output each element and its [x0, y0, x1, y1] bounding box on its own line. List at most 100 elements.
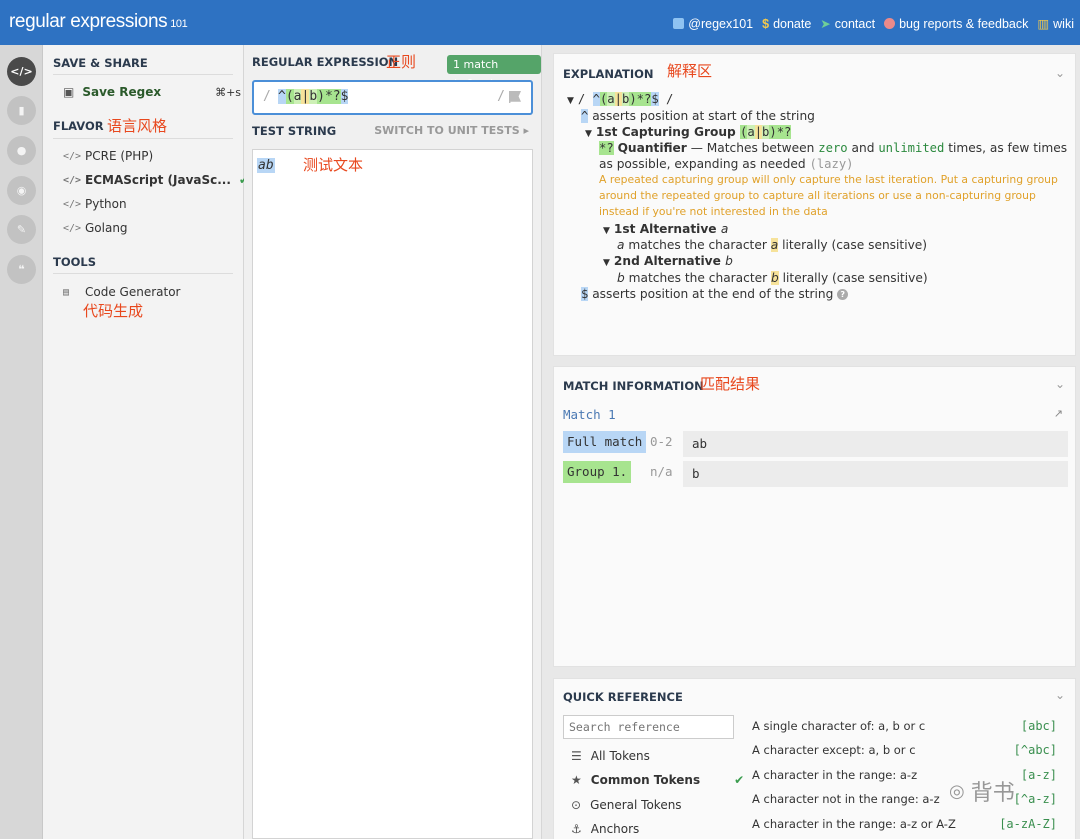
nav-wiki-label: wiki: [1053, 16, 1074, 31]
switch-unit-tests-link[interactable]: SWITCH TO UNIT TESTS ▸: [374, 124, 529, 137]
chevron-down-icon[interactable]: ⌄: [1055, 377, 1065, 391]
quant-lazy: (lazy): [809, 157, 854, 171]
test-string-input[interactable]: ab 测试文本: [252, 149, 533, 839]
nav-donate-link[interactable]: $ donate: [762, 16, 811, 31]
gamepad-icon[interactable]: ◉: [7, 176, 36, 205]
explanation-root: ▼ / ^(a|b)*?$ /: [567, 92, 674, 106]
triangle-down-icon[interactable]: ▼: [567, 96, 574, 106]
qr-entry-desc: A character in the range: a-z or A-Z: [752, 817, 956, 831]
dollar-icon: $: [762, 16, 770, 31]
qr-entry-code[interactable]: [a-zA-Z]: [999, 817, 1057, 831]
qr-entry-desc: A character except: a, b or c: [752, 743, 916, 757]
flavor-pcre[interactable]: </> PCRE (PHP): [63, 149, 153, 163]
quant-unlimited: unlimited: [878, 141, 945, 155]
match-row-group1: Group 1. n/a b: [563, 461, 1068, 487]
qr-category-general[interactable]: ⊙ General Tokens: [571, 798, 682, 812]
qr-category-label: General Tokens: [590, 798, 682, 812]
qr-entry-code[interactable]: [a-z]: [1021, 768, 1057, 782]
save-shortcut: ⌘+s: [215, 85, 242, 99]
explanation-alt2-desc: b matches the character b literally (cas…: [617, 271, 928, 285]
quant-title: Quantifier: [617, 141, 687, 155]
save-regex-button[interactable]: ▣ Save Regex ⌘+s: [63, 85, 241, 99]
flag-icon[interactable]: [509, 91, 521, 103]
file-code-icon: ▤: [63, 286, 70, 298]
code-generator-link[interactable]: ▤ Code Generator: [63, 285, 180, 299]
flavor-python[interactable]: </> Python: [63, 197, 127, 211]
qr-category-anchors[interactable]: ⚓ Anchors: [571, 822, 639, 836]
code-icon[interactable]: </>: [7, 57, 36, 86]
anchor-icon: ⚓: [571, 822, 582, 836]
code-generator-annotation: 代码生成: [83, 302, 144, 320]
explanation-alt2: ▼ 2nd Alternative b: [603, 254, 733, 268]
test-string-label: TEST STRING: [252, 124, 337, 138]
divider: [53, 74, 233, 75]
qr-entry-desc: A character not in the range: a-z: [752, 792, 940, 806]
quant-token: *?: [599, 141, 614, 155]
top-nav: @regex101 $ donate ➤ contact bug reports &…: [673, 16, 1074, 31]
chat-icon[interactable]: ❝: [7, 255, 36, 284]
qr-entry-code[interactable]: [^a-z]: [1014, 792, 1057, 806]
explanation-caret-line: ^ asserts position at start of the strin…: [581, 109, 815, 123]
bank-icon: ▥: [1037, 17, 1050, 31]
save-regex-label: Save Regex: [82, 85, 162, 99]
qr-category-all[interactable]: ☰ All Tokens: [571, 749, 650, 763]
paper-plane-icon: ➤: [820, 17, 831, 31]
nav-wiki-link[interactable]: ▥ wiki: [1037, 16, 1074, 32]
help-icon[interactable]: ?: [837, 289, 849, 300]
flavor-label: Golang: [85, 221, 128, 235]
user-icon[interactable]: ●: [7, 136, 36, 165]
match-value[interactable]: b: [683, 461, 1068, 487]
regex-delimiter-close: /: [497, 89, 505, 104]
share-icon[interactable]: ↗: [1054, 407, 1063, 420]
chevron-down-icon[interactable]: ⌄: [1055, 688, 1065, 702]
regex-token: b: [309, 89, 318, 104]
quant-text: — Matches between: [690, 141, 815, 155]
qr-category-common[interactable]: ★ Common Tokens ✔: [571, 773, 744, 787]
wrench-icon[interactable]: ✎: [7, 215, 36, 244]
flavor-label: ECMAScript (JavaSc...: [85, 173, 231, 187]
nav-twitter-link[interactable]: @regex101: [673, 16, 753, 31]
flavor-ecmascript[interactable]: </>ECMAScript (JavaSc...✔: [63, 173, 249, 187]
regex-input[interactable]: / ^(a|b)*?$ /: [252, 80, 533, 115]
divider: [53, 138, 233, 139]
qr-entry-code[interactable]: [^abc]: [1014, 743, 1057, 757]
triangle-down-icon[interactable]: ▼: [603, 226, 610, 236]
quick-reference-title: QUICK REFERENCE: [563, 690, 683, 704]
regex-token: ): [317, 89, 325, 104]
regex-token: ^: [278, 89, 286, 104]
qr-category-label: Common Tokens: [590, 773, 701, 787]
sidebar: SAVE & SHARE ▣ Save Regex ⌘+s FLAVOR 语言风…: [43, 45, 249, 839]
app-logo[interactable]: regular expressions 101: [9, 11, 188, 33]
flavor-golang[interactable]: </> Golang: [63, 221, 128, 235]
quant-text: times, as few times: [948, 141, 1068, 155]
alt2-desc: literally (case sensitive): [782, 271, 928, 285]
watermark: ◎ 背书: [949, 775, 1015, 807]
test-string-text[interactable]: ab: [257, 158, 275, 173]
regex-text[interactable]: ^(a|b)*?$: [278, 89, 349, 104]
search-reference-input[interactable]: [563, 715, 734, 739]
save-share-title: SAVE & SHARE: [53, 56, 148, 70]
nav-bug-reports-link[interactable]: bug reports & feedback: [884, 16, 1028, 31]
target-icon: ⊙: [571, 798, 582, 812]
match-value[interactable]: ab: [683, 431, 1068, 457]
nav-contact-link[interactable]: ➤ contact: [820, 16, 875, 32]
triangle-down-icon[interactable]: ▼: [585, 129, 592, 139]
wechat-icon: ◎: [949, 780, 965, 802]
qr-entry-code[interactable]: [abc]: [1021, 719, 1057, 733]
caret-right-icon: ▸: [523, 124, 529, 137]
explanation-group: ▼ 1st Capturing Group (a|b)*?: [585, 125, 792, 139]
dollar-token: $: [581, 287, 589, 301]
icon-rail: </> ▮ ● ◉ ✎ ❝: [0, 45, 43, 839]
database-icon: ☰: [571, 749, 582, 763]
match-row-full: Full match 0-2 ab: [563, 431, 1068, 457]
explanation-quantifier: *? Quantifier — Matches between zero and…: [599, 141, 1067, 155]
qr-category-label: All Tokens: [590, 749, 650, 763]
explanation-panel: EXPLANATION 解释区 ⌄ ▼ / ^(a|b)*?$ / ^ asser…: [553, 53, 1076, 356]
github-icon: [884, 18, 896, 29]
group-title: 1st Capturing Group: [595, 125, 736, 139]
dollar-desc: asserts position at the end of the strin…: [592, 287, 834, 301]
book-icon[interactable]: ▮: [7, 96, 36, 125]
regex-token: *?: [324, 89, 341, 104]
triangle-down-icon[interactable]: ▼: [603, 258, 610, 268]
chevron-down-icon[interactable]: ⌄: [1055, 66, 1065, 80]
